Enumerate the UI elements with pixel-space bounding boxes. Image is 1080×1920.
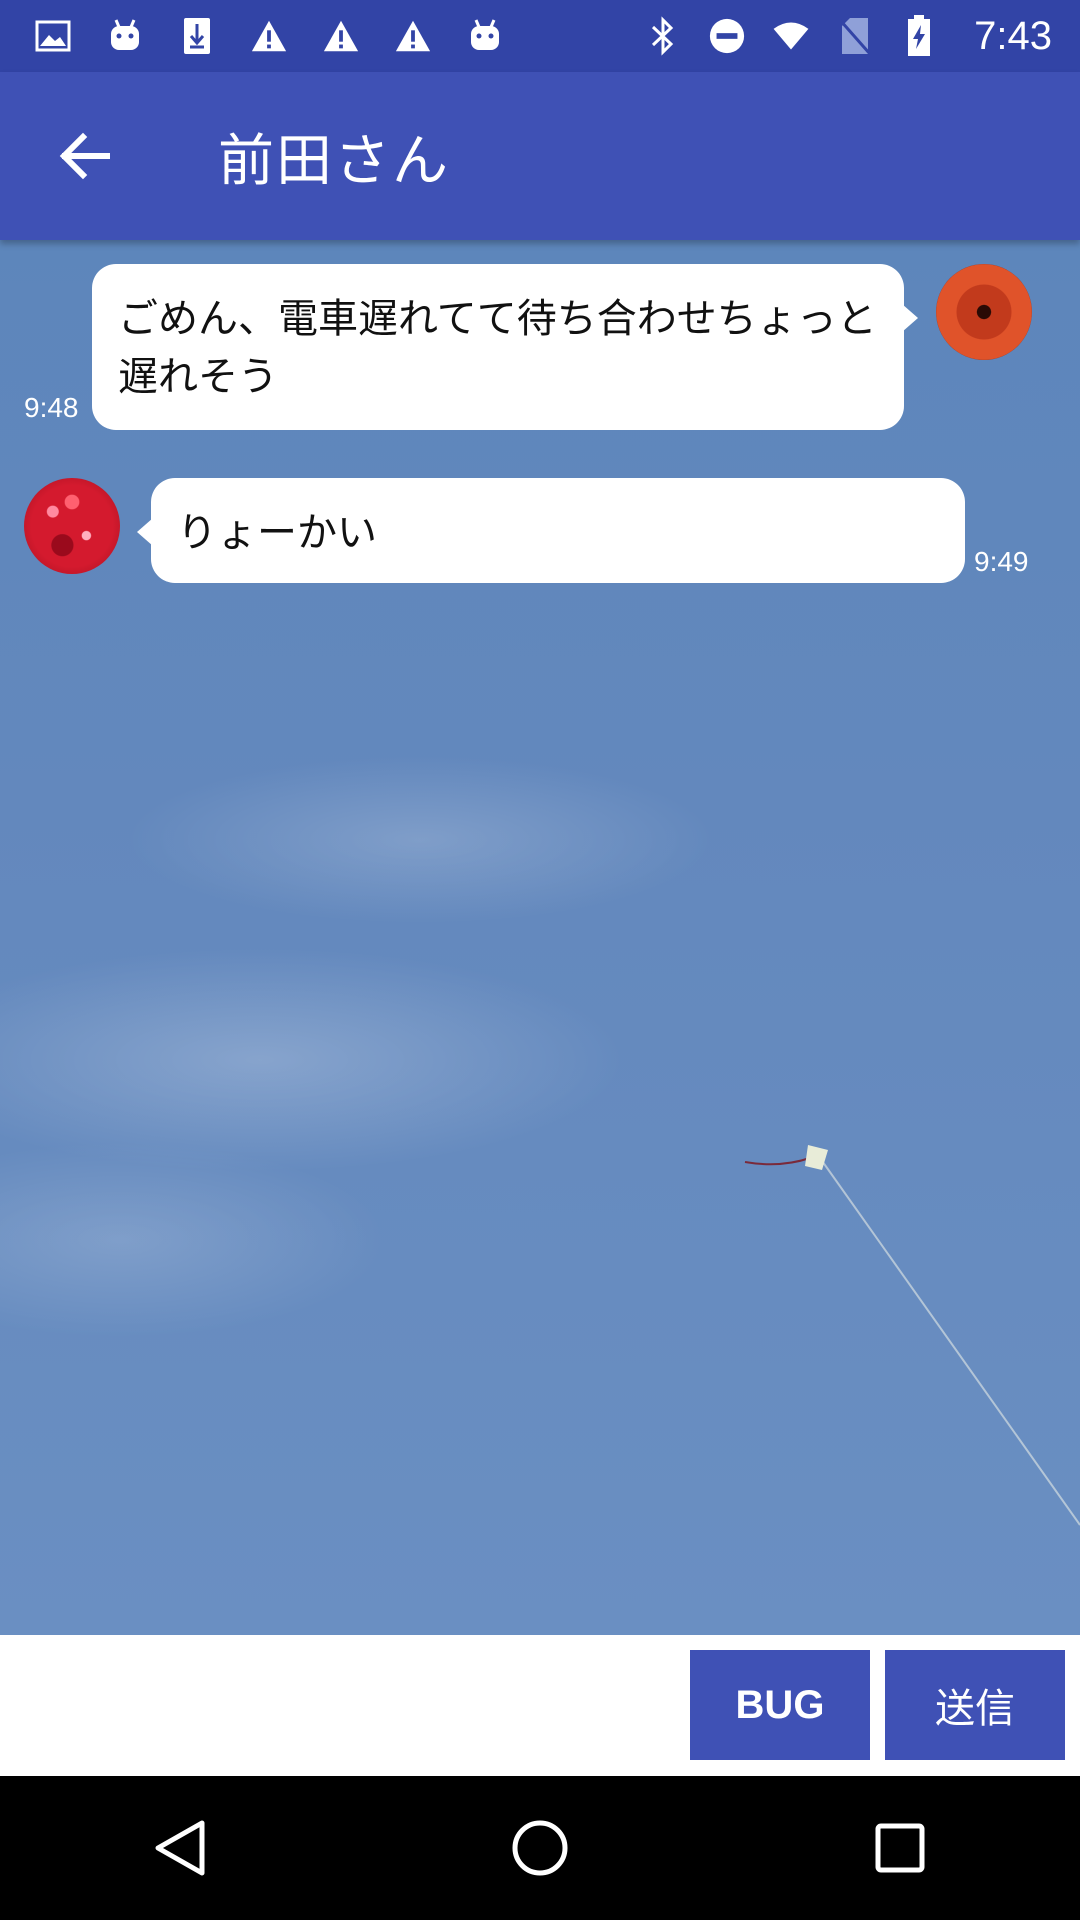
avatar[interactable]	[24, 478, 120, 574]
navigation-bar	[0, 1776, 1080, 1920]
do-not-disturb-icon	[708, 17, 746, 55]
avatar[interactable]	[936, 264, 1032, 360]
warning-icon	[394, 17, 432, 55]
nav-recents-button[interactable]	[840, 1788, 960, 1908]
android-icon	[466, 17, 504, 55]
status-bar: 7:43	[0, 0, 1080, 72]
nav-home-button[interactable]	[480, 1788, 600, 1908]
system-icons: 7:43	[644, 14, 1052, 59]
page-title: 前田さん	[218, 128, 450, 194]
message-text: ごめん、電車遅れてて待ち合わせちょっと遅れそう	[118, 296, 877, 400]
message-time: 9:48	[24, 392, 79, 423]
message-time: 9:49	[974, 546, 1029, 577]
no-sim-icon	[836, 17, 874, 55]
message-bubble[interactable]: りょーかい	[137, 478, 965, 583]
input-bar: BUG 送信	[0, 1635, 1080, 1776]
clock: 7:43	[974, 13, 1052, 58]
nav-back-button[interactable]	[120, 1788, 240, 1908]
nav-recents-icon	[875, 1823, 925, 1873]
app-bar: 前田さん	[0, 72, 1080, 240]
warning-icon	[250, 17, 288, 55]
nav-back-icon	[155, 1820, 205, 1876]
notification-icons	[34, 17, 504, 55]
chat-area[interactable]: ごめん、電車遅れてて待ち合わせちょっと遅れそう 9:48 りょーかい 9:49	[0, 240, 1080, 1635]
nav-home-icon	[512, 1820, 568, 1876]
bluetooth-icon	[644, 16, 682, 56]
battery-charging-icon	[900, 15, 938, 56]
back-button[interactable]	[30, 101, 140, 211]
arrow-back-icon	[59, 132, 110, 180]
message-bubble[interactable]: ごめん、電車遅れてて待ち合わせちょっと遅れそう	[92, 264, 918, 430]
image-icon	[34, 17, 72, 55]
send-button[interactable]: 送信	[885, 1650, 1065, 1760]
message-text: りょーかい	[177, 510, 377, 556]
message-input[interactable]	[0, 1635, 680, 1776]
android-icon	[106, 17, 144, 55]
background-kite-image	[744, 1145, 1080, 1526]
wifi-icon	[772, 17, 810, 55]
warning-icon	[322, 17, 360, 55]
bug-button[interactable]: BUG	[690, 1650, 870, 1760]
download-icon	[178, 17, 216, 55]
